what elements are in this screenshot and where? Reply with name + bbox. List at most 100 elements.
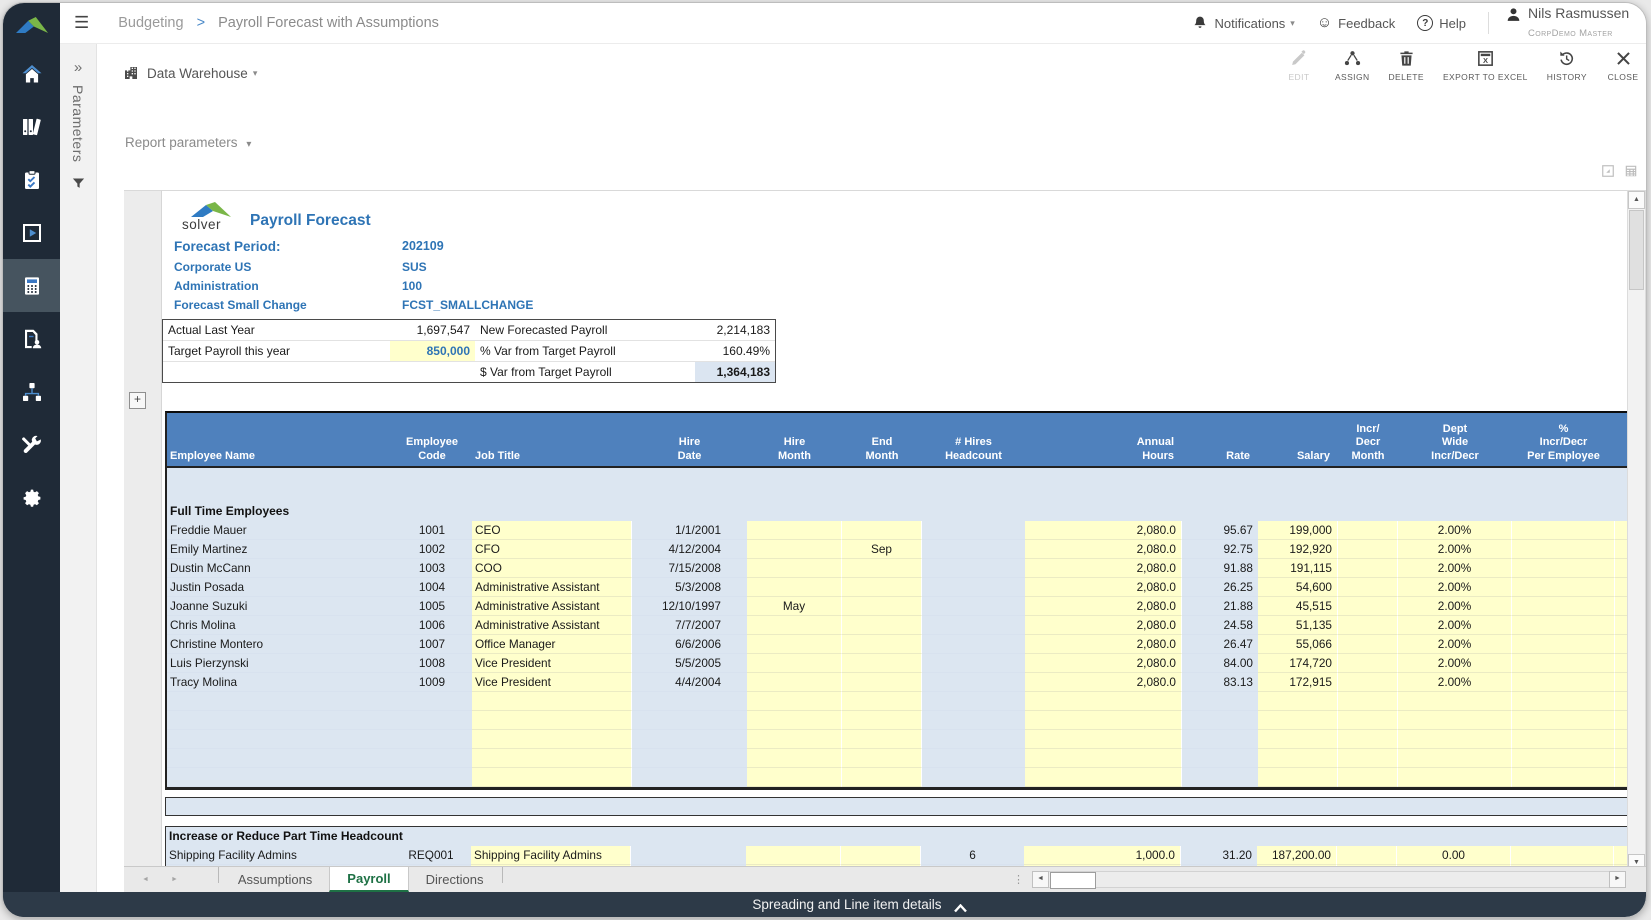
input-cell[interactable]: 2.00%	[1398, 616, 1512, 635]
input-cell[interactable]: 2.00%	[1398, 540, 1512, 559]
scroll-up-icon[interactable]: ▲	[1628, 191, 1645, 209]
input-cell[interactable]	[1398, 768, 1512, 787]
input-cell[interactable]: 2.00%	[1398, 559, 1512, 578]
vertical-scrollbar[interactable]: ▲ ▼	[1627, 190, 1646, 873]
input-cell[interactable]	[1512, 692, 1615, 711]
tab-prev-icon[interactable]: ◄	[142, 876, 149, 883]
horizontal-scrollbar[interactable]	[1049, 871, 1609, 888]
filter-funnel-icon[interactable]	[71, 176, 86, 191]
breadcrumb-section[interactable]: Budgeting	[118, 15, 183, 31]
input-cell[interactable]: 199,000	[1258, 521, 1338, 540]
input-cell[interactable]	[842, 730, 922, 749]
input-cell[interactable]	[1512, 749, 1615, 768]
input-cell[interactable]	[1512, 768, 1615, 787]
input-cell[interactable]: 1,000.0	[1024, 846, 1181, 865]
input-cell[interactable]	[1511, 846, 1614, 865]
expand-view-icon[interactable]	[1601, 164, 1615, 183]
input-cell[interactable]	[747, 616, 842, 635]
spreading-details-bar[interactable]: Spreading and Line item details	[3, 892, 1646, 917]
sidebar-item-home[interactable]	[3, 47, 60, 100]
input-cell[interactable]	[1025, 692, 1182, 711]
help-button[interactable]: ? Help	[1417, 15, 1466, 31]
sidebar-item-library[interactable]	[3, 100, 60, 153]
input-cell[interactable]	[842, 711, 922, 730]
input-cell[interactable]	[842, 673, 922, 692]
input-cell[interactable]	[1398, 692, 1512, 711]
input-cell[interactable]	[746, 846, 841, 865]
sidebar-item-tasks-clipboard[interactable]	[3, 153, 60, 206]
sidebar-item-tools[interactable]	[3, 418, 60, 471]
sidebar-item-document-user[interactable]	[3, 312, 60, 365]
tab-next-icon[interactable]: ►	[171, 876, 178, 883]
sidebar-item-process-flow[interactable]	[3, 365, 60, 418]
hamburger-menu-icon[interactable]: ☰	[74, 13, 89, 33]
input-cell[interactable]	[842, 616, 922, 635]
input-cell[interactable]	[747, 730, 842, 749]
input-cell[interactable]	[842, 578, 922, 597]
input-cell[interactable]	[747, 654, 842, 673]
input-cell[interactable]	[1025, 711, 1182, 730]
input-cell[interactable]	[1338, 673, 1398, 692]
input-cell[interactable]	[1512, 578, 1615, 597]
input-cell[interactable]	[747, 521, 842, 540]
input-cell[interactable]	[472, 692, 632, 711]
input-cell[interactable]: Vice President	[472, 654, 632, 673]
input-cell[interactable]: Administrative Assistant	[472, 597, 632, 616]
input-cell[interactable]	[1338, 521, 1398, 540]
action-history-button[interactable]: HISTORY	[1547, 49, 1587, 82]
input-cell[interactable]: 2.00%	[1398, 597, 1512, 616]
input-cell[interactable]	[747, 768, 842, 787]
input-cell[interactable]	[842, 597, 922, 616]
input-cell[interactable]	[1258, 730, 1338, 749]
action-delete-button[interactable]: DELETE	[1389, 49, 1424, 82]
report-parameters-toggle[interactable]: Report parameters ▾	[125, 135, 251, 150]
input-cell[interactable]	[1338, 711, 1398, 730]
action-export-button[interactable]: XEXPORT TO EXCEL	[1443, 49, 1528, 82]
input-cell[interactable]	[472, 768, 632, 787]
input-cell[interactable]: 2,080.0	[1025, 578, 1182, 597]
input-cell[interactable]	[1338, 597, 1398, 616]
input-cell[interactable]	[842, 654, 922, 673]
input-cell[interactable]	[1338, 768, 1398, 787]
input-cell[interactable]: 54,600	[1258, 578, 1338, 597]
app-logo[interactable]	[3, 3, 60, 47]
input-cell[interactable]: 51,135	[1258, 616, 1338, 635]
input-cell[interactable]: 191,115	[1258, 559, 1338, 578]
input-cell[interactable]	[747, 540, 842, 559]
input-cell[interactable]	[747, 749, 842, 768]
input-cell[interactable]: 174,720	[1258, 654, 1338, 673]
input-cell[interactable]: Vice President	[472, 673, 632, 692]
input-cell[interactable]	[1337, 846, 1397, 865]
input-cell[interactable]	[472, 711, 632, 730]
summary-value[interactable]: 850,000	[390, 341, 475, 362]
input-cell[interactable]	[472, 749, 632, 768]
input-cell[interactable]	[747, 635, 842, 654]
parameters-panel[interactable]: » Parameters	[60, 43, 97, 917]
input-cell[interactable]: 2,080.0	[1025, 521, 1182, 540]
input-cell[interactable]: 2.00%	[1398, 521, 1512, 540]
input-cell[interactable]	[1258, 711, 1338, 730]
input-cell[interactable]: Office Manager	[472, 635, 632, 654]
input-cell[interactable]: CFO	[472, 540, 632, 559]
data-source-dropdown[interactable]: Data Warehouse ▾	[123, 65, 257, 81]
input-cell[interactable]: 2,080.0	[1025, 635, 1182, 654]
input-cell[interactable]: May	[747, 597, 842, 616]
input-cell[interactable]	[747, 578, 842, 597]
input-cell[interactable]	[1512, 559, 1615, 578]
sidebar-item-calculator[interactable]	[3, 259, 60, 312]
vertical-scroll-thumb[interactable]	[1629, 210, 1644, 290]
input-cell[interactable]	[1338, 654, 1398, 673]
input-cell[interactable]	[1258, 749, 1338, 768]
input-cell[interactable]	[842, 521, 922, 540]
tab-payroll[interactable]: Payroll	[329, 867, 408, 892]
input-cell[interactable]	[1025, 730, 1182, 749]
input-cell[interactable]	[1512, 540, 1615, 559]
input-cell[interactable]	[842, 635, 922, 654]
input-cell[interactable]: Administrative Assistant	[472, 616, 632, 635]
input-cell[interactable]	[1512, 711, 1615, 730]
input-cell[interactable]	[1338, 578, 1398, 597]
input-cell[interactable]	[1258, 692, 1338, 711]
sidebar-item-report-player[interactable]	[3, 206, 60, 259]
input-cell[interactable]: 2.00%	[1398, 673, 1512, 692]
input-cell[interactable]	[1512, 673, 1615, 692]
